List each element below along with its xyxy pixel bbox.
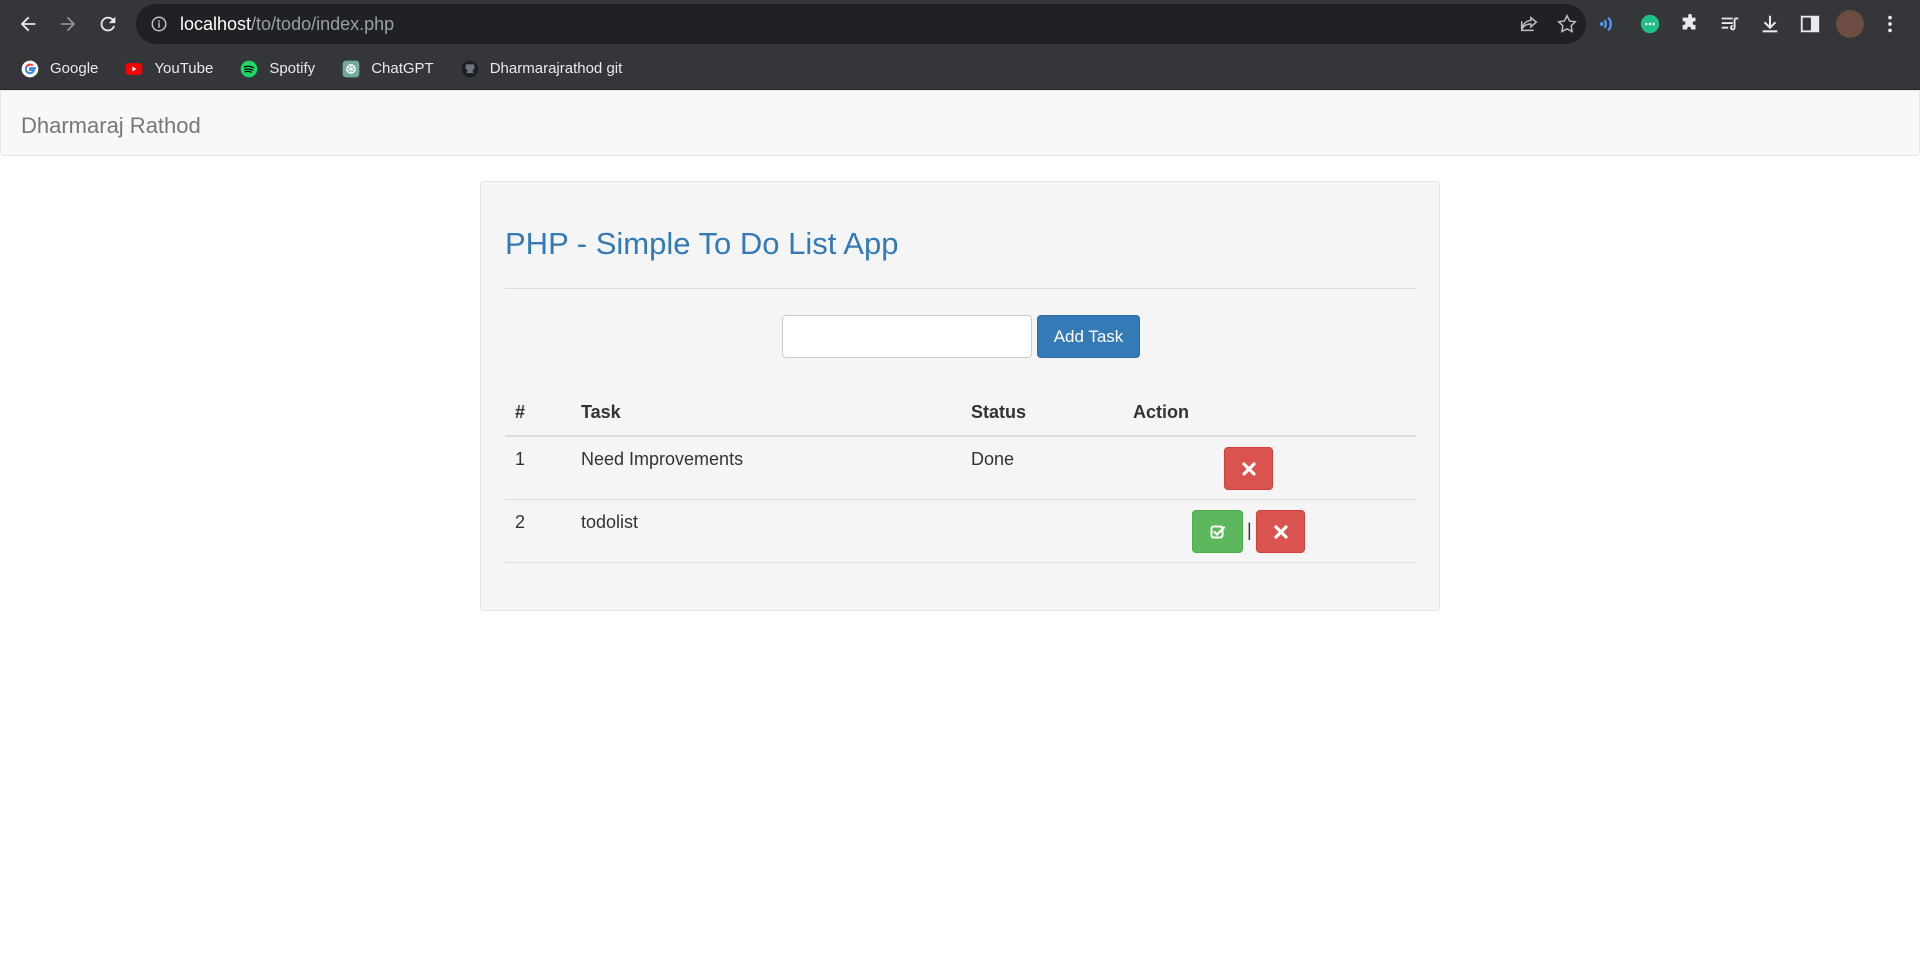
downloads-button[interactable] — [1756, 10, 1784, 38]
url-host: localhost — [180, 13, 252, 34]
spotify-icon — [239, 59, 259, 79]
task-input[interactable] — [782, 315, 1032, 358]
reload-button[interactable] — [88, 4, 128, 44]
row-status: Done — [971, 449, 1015, 469]
bookmark-chatgpt[interactable]: ChatGPT — [333, 53, 442, 85]
close-icon — [1273, 524, 1288, 539]
kebab-menu-icon — [1888, 15, 1892, 33]
complete-task-button[interactable] — [1192, 510, 1243, 553]
menu-button[interactable] — [1876, 10, 1904, 38]
bookmark-github[interactable]: Dharmarajrathod git — [452, 53, 631, 85]
avatar — [1836, 10, 1864, 38]
check-square-icon — [1210, 525, 1225, 538]
column-header-number: # — [515, 402, 526, 422]
youtube-icon — [124, 59, 144, 79]
bookmark-google[interactable]: Google — [12, 53, 106, 85]
table-row: 2 todolist | — [505, 500, 1416, 563]
bookmark-youtube[interactable]: YouTube — [116, 53, 221, 85]
column-header-action: Action — [1133, 402, 1189, 422]
download-icon — [1762, 15, 1778, 33]
title-divider — [505, 288, 1416, 289]
table-row: 1 Need Improvements Done — [505, 437, 1416, 500]
site-navbar: Dharmaraj Rathod — [0, 90, 1920, 156]
chat-bubble-icon — [1640, 14, 1660, 34]
share-icon[interactable] — [1518, 13, 1540, 35]
chat-extension[interactable] — [1636, 10, 1664, 38]
page-title: PHP - Simple To Do List App — [505, 226, 899, 261]
url-path: /to/todo/index.php — [251, 13, 395, 34]
column-header-task: Task — [581, 402, 621, 422]
site-info-icon[interactable] — [150, 15, 168, 33]
forward-arrow-icon — [60, 16, 76, 32]
github-icon — [460, 59, 480, 79]
extensions-button[interactable] — [1676, 10, 1704, 38]
reading-list-button[interactable] — [1716, 10, 1744, 38]
row-task: todolist — [581, 512, 639, 532]
profile-button[interactable] — [1836, 10, 1864, 38]
bookmark-spotify[interactable]: Spotify — [231, 53, 323, 85]
add-task-button[interactable]: Add Task — [1037, 315, 1140, 358]
forward-button[interactable] — [48, 4, 88, 44]
row-number: 2 — [515, 512, 526, 532]
todo-panel: PHP - Simple To Do List App Add Task # T… — [480, 181, 1440, 611]
delete-task-button[interactable] — [1224, 447, 1273, 490]
chatgpt-icon — [341, 59, 361, 79]
bookmark-star-icon[interactable] — [1556, 13, 1578, 35]
puzzle-icon — [1682, 13, 1696, 30]
action-separator: | — [1247, 520, 1252, 540]
reload-icon — [100, 16, 116, 32]
sound-wave-icon — [1599, 16, 1612, 32]
back-button[interactable] — [8, 4, 48, 44]
back-arrow-icon — [20, 16, 36, 32]
delete-task-button[interactable] — [1256, 510, 1305, 553]
bookmarks-bar: Google YouTube Spotify ChatGPT Dharmaraj… — [0, 48, 1920, 90]
row-number: 1 — [515, 449, 526, 469]
bookmark-label: Spotify — [269, 60, 316, 77]
bookmark-label: ChatGPT — [371, 60, 434, 77]
navbar-brand[interactable]: Dharmaraj Rathod — [21, 113, 201, 139]
column-header-status: Status — [971, 402, 1027, 422]
bookmark-label: Dharmarajrathod git — [489, 60, 623, 77]
playlist-icon — [1721, 17, 1739, 31]
side-panel-button[interactable] — [1796, 10, 1824, 38]
browser-toolbar: localhost/to/todo/index.php — [0, 0, 1920, 48]
url-text[interactable]: localhost/to/todo/index.php — [180, 14, 394, 35]
bookmark-label: YouTube — [154, 60, 214, 77]
read-aloud-extension[interactable] — [1596, 10, 1624, 38]
bookmark-label: Google — [50, 60, 99, 77]
row-task: Need Improvements — [581, 449, 744, 469]
side-panel-icon — [1800, 15, 1820, 33]
google-icon — [20, 59, 40, 79]
close-icon — [1241, 461, 1256, 476]
address-bar[interactable]: localhost/to/todo/index.php — [136, 4, 1586, 44]
